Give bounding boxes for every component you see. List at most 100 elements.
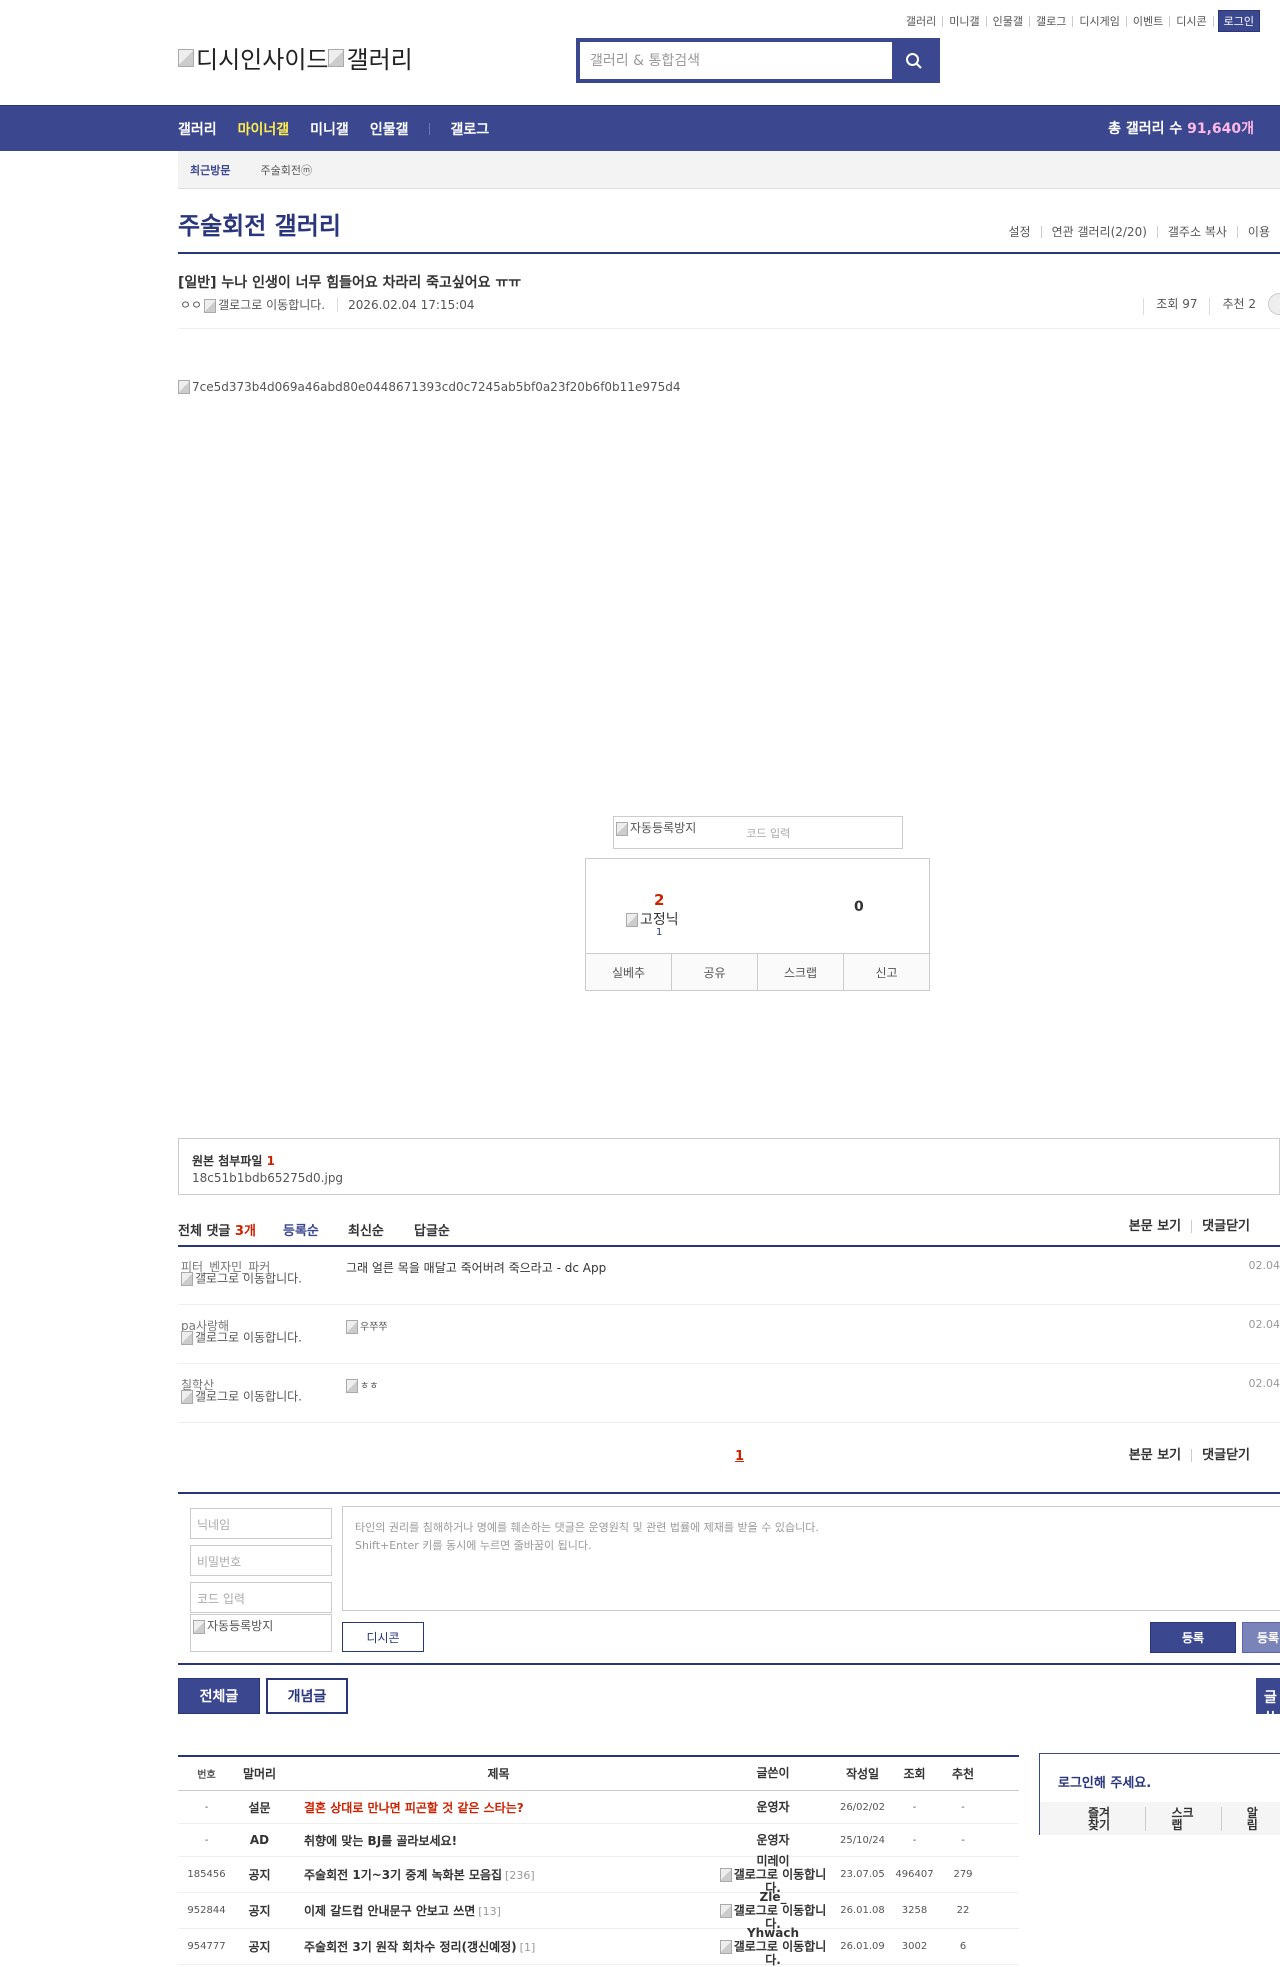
share-circle-icon[interactable]	[1268, 293, 1280, 315]
site-logo[interactable]: 디시인사이드 갤러리	[178, 40, 413, 75]
password-field[interactable]: 비밀번호	[190, 1545, 332, 1576]
comment-submit-button[interactable]: 등록	[1150, 1622, 1236, 1653]
row-title-text[interactable]: 취향에 맞는 BJ를 골라보세요!	[304, 1834, 457, 1848]
comment-date: 02.04	[1249, 1318, 1280, 1331]
comment-page-1[interactable]: 1	[735, 1449, 744, 1464]
row-writer[interactable]: Yhwach갤로그로 이동합니다.	[713, 1927, 833, 1967]
code-field[interactable]: 코드 입력	[190, 1582, 332, 1613]
attachment-label: 원본 첨부파일	[192, 1154, 262, 1168]
sort-replies[interactable]: 답글순	[414, 1220, 450, 1239]
related-gallery-link[interactable]: 연관 갤러리(2/20)	[1041, 226, 1157, 238]
row-title[interactable]: 취향에 맞는 BJ를 골라보세요!	[284, 1832, 713, 1849]
row-date: 26.01.09	[833, 1941, 892, 1952]
view-body-link-bottom[interactable]: 본문 보기	[1119, 1449, 1191, 1462]
recent-visit-label[interactable]: 최근방문	[190, 162, 230, 178]
login-prompt[interactable]: 로그인해 주세요.	[1058, 1772, 1151, 1791]
recent-visit-item[interactable]: 주술회전ⓜ	[260, 162, 311, 178]
write-button[interactable]: 글쓰기	[1256, 1678, 1280, 1714]
recommend-captcha: 자동등록방지 코드 입력	[613, 816, 903, 849]
dccon-button[interactable]: 디시콘	[342, 1622, 424, 1652]
notification-button[interactable]: 알림	[1221, 1807, 1280, 1831]
row-recommends: 6	[937, 1941, 989, 1952]
table-row[interactable]: 954777 공지 주술회전 3기 원작 회차수 정리(갱신예정)[1] Yhw…	[178, 1929, 1019, 1965]
util-dccon-link[interactable]: 디시콘	[1170, 16, 1213, 27]
all-posts-button[interactable]: 전체글	[178, 1678, 260, 1714]
favorites-button[interactable]: 즐겨찾기	[1040, 1807, 1145, 1831]
report-button[interactable]: 신고	[843, 954, 929, 990]
nav-person-gallery[interactable]: 인물갤	[370, 119, 409, 139]
attachment-file-link[interactable]: 18c51b1bdb65275d0.jpg	[192, 1171, 343, 1185]
row-writer[interactable]: 운영자	[713, 1801, 833, 1814]
row-reply-count[interactable]: [236]	[505, 1869, 535, 1882]
gallery-settings-link[interactable]: 설정	[998, 226, 1040, 238]
row-title-text[interactable]: 주술회전 1기~3기 중계 녹화본 모음집	[304, 1868, 502, 1882]
scrap-list-button[interactable]: 스크랩	[1145, 1807, 1220, 1831]
util-minigall-link[interactable]: 미니갤	[943, 16, 986, 27]
row-title[interactable]: 이제 갈드컵 안내문구 안보고 쓰면[13]	[284, 1902, 713, 1919]
row-writer[interactable]: 미레이갤로그로 이동합니다.	[713, 1855, 833, 1895]
gallog-icon[interactable]: 갤로그로 이동합니다.	[181, 1331, 306, 1345]
table-row[interactable]: 952844 공지 이제 갈드컵 안내문구 안보고 쓰면[13] Zle_갤로그…	[178, 1893, 1019, 1929]
share-button[interactable]: 공유	[671, 954, 757, 990]
util-game-link[interactable]: 디시게임	[1073, 16, 1126, 27]
table-row[interactable]: - 설문 결혼 상대로 만나면 피곤할 것 같은 스타는? 운영자 26/02/…	[178, 1791, 1019, 1824]
captcha-input[interactable]: 코드 입력	[746, 825, 790, 841]
nav-gallery[interactable]: 갤러리	[178, 119, 217, 139]
close-comments-link-bottom[interactable]: 댓글닫기	[1191, 1449, 1260, 1462]
gallog-icon[interactable]: 갤로그로 이동합니다.	[204, 296, 325, 313]
concept-posts-button[interactable]: 개념글	[266, 1678, 348, 1714]
attachment-title: 원본 첨부파일 1	[192, 1152, 275, 1169]
util-gallery-link[interactable]: 갤러리	[900, 16, 943, 27]
nav-minor-gallery[interactable]: 마이너갤	[238, 119, 290, 139]
row-writer-nick[interactable]: 미레이	[756, 1854, 789, 1868]
row-writer[interactable]: 운영자	[713, 1834, 833, 1847]
util-persongall-link[interactable]: 인물갤	[987, 16, 1030, 27]
header-head: 말머리	[235, 1765, 284, 1782]
close-comments-link[interactable]: 댓글닫기	[1191, 1220, 1260, 1233]
row-title-text[interactable]: 이제 갈드컵 안내문구 안보고 쓰면	[304, 1904, 475, 1918]
search-input[interactable]	[580, 42, 892, 79]
comment-dccon[interactable]: ㅎㅎ	[346, 1377, 378, 1393]
row-views: 496407	[892, 1869, 937, 1880]
sort-latest[interactable]: 최신순	[348, 1220, 384, 1239]
nickname-field[interactable]: 닉네임	[190, 1508, 332, 1539]
row-title[interactable]: 주술회전 1기~3기 중계 녹화본 모음집[236]	[284, 1866, 713, 1883]
gallery-title[interactable]: 주술회전 갤러리	[178, 206, 341, 241]
row-writer[interactable]: Zle_갤로그로 이동합니다.	[713, 1891, 833, 1931]
table-row[interactable]: - AD 취향에 맞는 BJ를 골라보세요! 운영자 25/10/24 - -	[178, 1824, 1019, 1857]
best-recommend-button[interactable]: 실베추	[586, 954, 671, 990]
comment-write-box: 닉네임 비밀번호 코드 입력 자동등록방지 타인의 권리를 침해하거나 명예를 …	[178, 1492, 1280, 1665]
post-image[interactable]: 7ce5d373b4d069a46abd80e0448671393cd0c724…	[178, 380, 680, 394]
comment-total-label: 전체 댓글	[178, 1224, 230, 1239]
row-num: 954777	[178, 1941, 235, 1952]
gallog-icon[interactable]: 갤로그로 이동합니다.	[713, 1940, 833, 1967]
row-reply-count[interactable]: [13]	[478, 1905, 501, 1918]
login-button[interactable]: 로그인	[1218, 10, 1260, 32]
row-writer-nick[interactable]: Yhwach	[747, 1926, 799, 1940]
row-title[interactable]: 결혼 상대로 만나면 피곤할 것 같은 스타는?	[284, 1799, 713, 1816]
scrap-button[interactable]: 스크랩	[757, 954, 843, 990]
row-title-text[interactable]: 주술회전 3기 원작 회차수 정리(갱신예정)	[304, 1940, 517, 1954]
gallog-icon[interactable]: 갤로그로 이동합니다.	[181, 1390, 306, 1404]
view-body-link[interactable]: 본문 보기	[1119, 1220, 1191, 1233]
usage-link[interactable]: 이용	[1237, 226, 1280, 238]
row-title[interactable]: 주술회전 3기 원작 회차수 정리(갱신예정)[1]	[284, 1938, 713, 1955]
copy-address-link[interactable]: 갤주소 복사	[1157, 226, 1237, 238]
post-writer[interactable]: ㅇㅇ	[180, 296, 202, 313]
comment-dccon[interactable]: 우쭈쭈	[346, 1318, 388, 1334]
gallog-icon[interactable]: 갤로그로 이동합니다.	[181, 1272, 306, 1286]
util-gallog-link[interactable]: 갤로그	[1030, 16, 1073, 27]
row-writer-nick[interactable]: Zle_	[760, 1890, 787, 1904]
row-title-text[interactable]: 결혼 상대로 만나면 피곤할 것 같은 스타는?	[304, 1801, 524, 1815]
comment-submit-recommend-button[interactable]: 등록	[1242, 1622, 1280, 1653]
search-button[interactable]	[892, 42, 936, 79]
row-date: 26.01.08	[833, 1905, 892, 1916]
sort-registered[interactable]: 등록순	[283, 1220, 319, 1239]
nav-gallog[interactable]: 갤로그	[450, 119, 489, 139]
comment-textarea[interactable]: 타인의 권리를 침해하거나 명예를 훼손하는 댓글은 운영원칙 및 관련 법률에…	[342, 1506, 1280, 1611]
nav-mini-gallery[interactable]: 미니갤	[310, 119, 349, 139]
row-reply-count[interactable]: [1]	[520, 1941, 536, 1954]
table-row[interactable]: 185456 공지 주술회전 1기~3기 중계 녹화본 모음집[236] 미레이…	[178, 1857, 1019, 1893]
post-recommends: 추천 2	[1209, 298, 1268, 315]
util-event-link[interactable]: 이벤트	[1127, 16, 1170, 27]
